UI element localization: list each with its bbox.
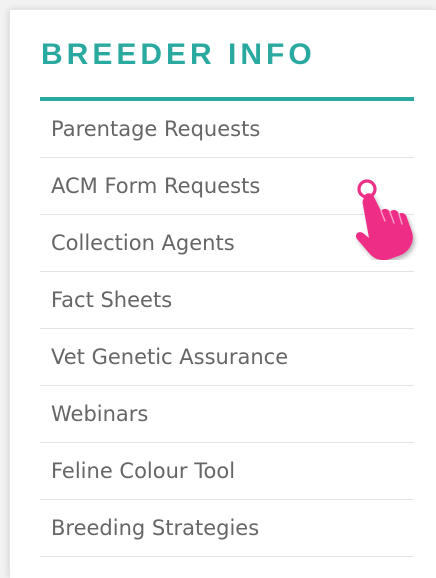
menu-item-collection-agents[interactable]: Collection Agents xyxy=(40,215,414,272)
breeder-info-panel: BREEDER INFO Parentage Requests ACM Form… xyxy=(10,10,436,578)
menu-item-label: Fact Sheets xyxy=(51,288,173,312)
breeder-info-menu: Parentage Requests ACM Form Requests Col… xyxy=(40,101,414,557)
menu-item-feline-colour-tool[interactable]: Feline Colour Tool xyxy=(40,443,414,500)
menu-item-label: Webinars xyxy=(51,402,149,426)
menu-item-label: Parentage Requests xyxy=(51,117,261,141)
menu-item-acm-form-requests[interactable]: ACM Form Requests xyxy=(40,158,414,215)
menu-item-label: Vet Genetic Assurance xyxy=(51,345,289,369)
menu-item-label: ACM Form Requests xyxy=(51,174,261,198)
menu-item-label: Collection Agents xyxy=(51,231,235,255)
menu-item-label: Feline Colour Tool xyxy=(51,459,236,483)
menu-item-label: Breeding Strategies xyxy=(51,516,260,540)
section-heading: BREEDER INFO xyxy=(41,38,316,71)
menu-item-breeding-strategies[interactable]: Breeding Strategies xyxy=(40,500,414,557)
menu-item-parentage-requests[interactable]: Parentage Requests xyxy=(40,101,414,158)
menu-item-webinars[interactable]: Webinars xyxy=(40,386,414,443)
menu-item-vet-genetic-assurance[interactable]: Vet Genetic Assurance xyxy=(40,329,414,386)
menu-item-fact-sheets[interactable]: Fact Sheets xyxy=(40,272,414,329)
